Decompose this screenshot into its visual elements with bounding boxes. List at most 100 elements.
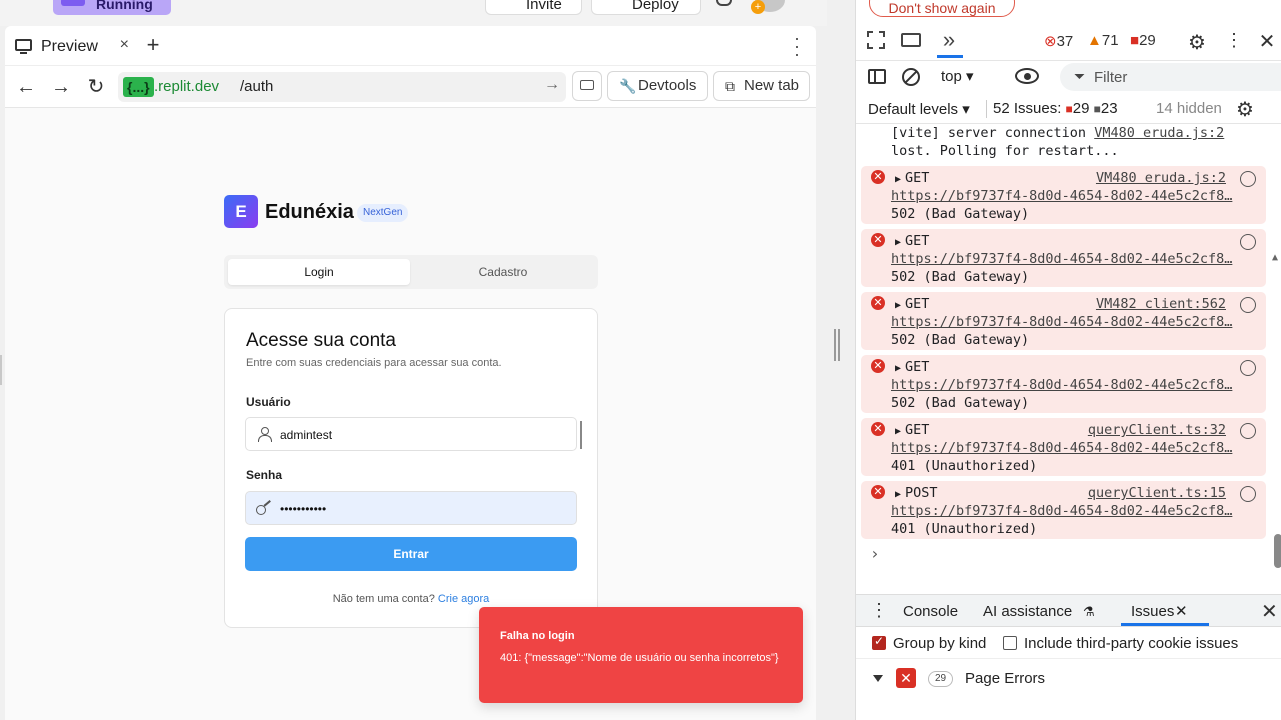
network-globe-icon[interactable]: [1240, 171, 1256, 187]
inspect-element-icon[interactable]: [867, 31, 885, 49]
context-select[interactable]: top ▾: [941, 67, 974, 85]
console-output: [vite] server connection VM480 eruda.js:…: [856, 124, 1281, 711]
deploy-button[interactable]: Deploy: [591, 0, 701, 15]
signup-link[interactable]: Crie agora: [438, 593, 489, 605]
issue-error-icon: ■: [1065, 102, 1073, 116]
page-errors-group[interactable]: ✕ 29 Page Errors: [856, 663, 1281, 697]
more-options-icon[interactable]: · · ·: [790, 29, 804, 63]
console-prompt[interactable]: ›: [870, 544, 880, 563]
tab-preview[interactable]: Preview ×: [5, 26, 133, 66]
log-source-link[interactable]: VM482 client:562: [1096, 295, 1226, 313]
drawer-menu-icon[interactable]: ⋮: [870, 600, 888, 621]
request-url[interactable]: https://bf9737f4-8d0d-4654-8d02-44e5c2cf…: [891, 376, 1239, 394]
screen-size-button[interactable]: [572, 71, 602, 101]
signup-prompt: Não tem uma conta?: [332, 593, 435, 605]
network-globe-icon[interactable]: [1240, 297, 1256, 313]
console-error-entry[interactable]: ✕ GET VM482 client:562 https://bf9737f4-…: [861, 292, 1266, 350]
invite-button[interactable]: Invite: [485, 0, 582, 15]
error-x-icon: ✕: [871, 485, 885, 499]
close-devtools-icon[interactable]: ✕: [1256, 29, 1278, 53]
issues-counter[interactable]: ■29: [1130, 32, 1156, 49]
log-text: [vite] server connection: [891, 125, 1087, 141]
scroll-up-icon[interactable]: ▲: [1272, 252, 1278, 263]
run-button[interactable]: Running: [53, 0, 171, 15]
close-drawer-icon[interactable]: ✕: [1261, 599, 1278, 624]
console-error-entry[interactable]: ✕ GET VM480 eruda.js:2 https://bf9737f4-…: [861, 166, 1266, 224]
error-toast[interactable]: Falha no login 401: {"message":"Nome de …: [479, 607, 803, 703]
request-method[interactable]: GET: [895, 169, 929, 189]
error-x-icon: ✕: [871, 170, 885, 184]
error-counter[interactable]: ⊗37: [1044, 32, 1073, 50]
request-method[interactable]: POST: [895, 484, 938, 504]
tab-issues[interactable]: Issues: [1131, 603, 1174, 620]
close-issues-tab-icon[interactable]: ✕: [1175, 602, 1188, 620]
log-levels-select[interactable]: Default levels ▾: [868, 100, 970, 118]
request-method[interactable]: GET: [895, 421, 929, 441]
issue-info-icon: ■: [1093, 102, 1101, 116]
log-source-link[interactable]: queryClient.ts:15: [1088, 484, 1226, 502]
text-caret: [580, 421, 582, 449]
forward-icon[interactable]: →: [48, 74, 74, 100]
console-error-entry[interactable]: ✕ GET https://bf9737f4-8d0d-4654-8d02-44…: [861, 355, 1266, 413]
console-filter-input[interactable]: ⏷ Filter: [1060, 63, 1281, 91]
network-globe-icon[interactable]: [1240, 234, 1256, 250]
request-url[interactable]: https://bf9737f4-8d0d-4654-8d02-44e5c2cf…: [891, 313, 1239, 331]
console-settings-icon[interactable]: ⚙: [1234, 97, 1256, 121]
notifications-icon[interactable]: [716, 0, 732, 6]
devtools-button[interactable]: 🔧 Devtools: [607, 71, 708, 101]
panel-resize-handle[interactable]: [834, 329, 840, 361]
settings-gear-icon[interactable]: ⚙: [1186, 30, 1208, 54]
group-by-kind-checkbox[interactable]: [872, 634, 886, 650]
request-method[interactable]: GET: [895, 295, 929, 315]
sidebar-toggle-icon[interactable]: [868, 69, 886, 84]
request-url[interactable]: https://bf9737f4-8d0d-4654-8d02-44e5c2cf…: [891, 439, 1239, 457]
username-input[interactable]: admintest: [245, 417, 577, 451]
request-url[interactable]: https://bf9737f4-8d0d-4654-8d02-44e5c2cf…: [891, 187, 1239, 205]
log-source-link[interactable]: VM480 eruda.js:2: [1096, 169, 1226, 187]
network-globe-icon[interactable]: [1240, 423, 1256, 439]
request-method[interactable]: GET: [895, 232, 929, 252]
login-submit-button[interactable]: Entrar: [245, 537, 577, 571]
expand-triangle-icon[interactable]: [873, 675, 883, 682]
devtools-menu-icon[interactable]: ⋮: [1223, 30, 1245, 52]
go-arrow-icon[interactable]: →: [544, 76, 560, 94]
error-x-icon: ✕: [871, 233, 885, 247]
third-party-checkbox[interactable]: [1003, 636, 1017, 650]
back-icon[interactable]: ←: [13, 74, 39, 100]
console-error-entry[interactable]: ✕ GET queryClient.ts:32 https://bf9737f4…: [861, 418, 1266, 476]
tab-ai-assistance[interactable]: AI assistance: [983, 603, 1072, 620]
console-toolbar-levels: Default levels ▾ 52 Issues: ■29 ■23 14 h…: [856, 92, 1281, 124]
app-topbar: Running Invite Deploy +: [0, 0, 827, 26]
password-input[interactable]: •••••••••••: [245, 491, 577, 525]
message-count: 29: [1139, 32, 1156, 49]
more-tabs-icon[interactable]: »: [938, 29, 960, 51]
clear-console-icon[interactable]: [902, 68, 920, 86]
new-tab-button[interactable]: +: [143, 32, 163, 58]
console-scrollbar[interactable]: [1274, 534, 1281, 568]
request-url[interactable]: https://bf9737f4-8d0d-4654-8d02-44e5c2cf…: [891, 250, 1239, 268]
warning-icon: ▲: [1087, 32, 1102, 49]
request-method[interactable]: GET: [895, 358, 929, 378]
request-url[interactable]: https://bf9737f4-8d0d-4654-8d02-44e5c2cf…: [891, 502, 1239, 520]
dont-show-again-button[interactable]: Don't show again: [869, 0, 1015, 17]
console-error-entry[interactable]: ✕ POST queryClient.ts:15 https://bf9737f…: [861, 481, 1266, 539]
tab-login[interactable]: Login: [228, 259, 410, 285]
open-new-tab-button[interactable]: ⧉ New tab: [713, 71, 810, 101]
warning-counter[interactable]: ▲71: [1087, 32, 1119, 49]
user-avatar[interactable]: +: [751, 0, 785, 14]
tab-cadastro[interactable]: Cadastro: [412, 259, 594, 285]
url-input[interactable]: {...} .replit.dev /auth →: [118, 72, 566, 102]
log-source-link[interactable]: VM480 eruda.js:2: [1094, 125, 1224, 141]
left-resize-handle[interactable]: [0, 355, 2, 385]
network-globe-icon[interactable]: [1240, 360, 1256, 376]
error-icon: ⊗: [1044, 33, 1057, 50]
reload-icon[interactable]: ↻: [83, 74, 109, 100]
network-globe-icon[interactable]: [1240, 486, 1256, 502]
console-error-entry[interactable]: ✕ GET https://bf9737f4-8d0d-4654-8d02-44…: [861, 229, 1266, 287]
live-expression-eye-icon[interactable]: [1015, 68, 1039, 84]
tab-console[interactable]: Console: [903, 603, 958, 620]
device-toolbar-icon[interactable]: [901, 33, 921, 47]
log-source-link[interactable]: queryClient.ts:32: [1088, 421, 1226, 439]
issues-summary[interactable]: 52 Issues: ■29 ■23: [986, 100, 1118, 118]
close-tab-icon[interactable]: ×: [120, 36, 129, 54]
